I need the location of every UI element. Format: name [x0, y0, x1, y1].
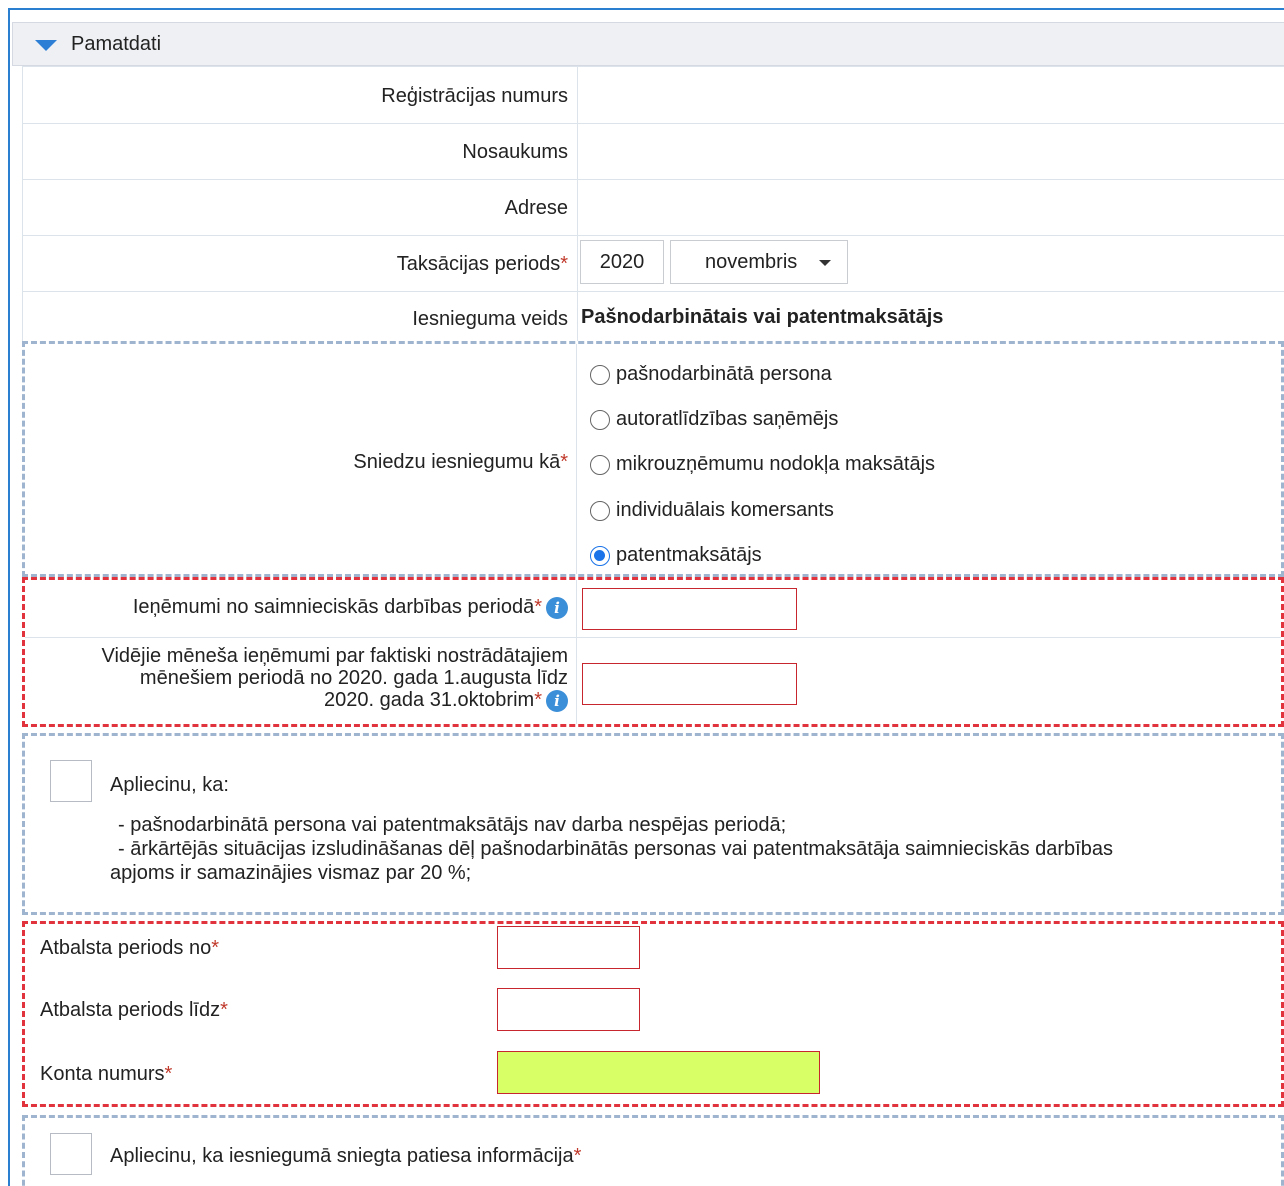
radio-option-microenterprise[interactable]: mikrouzņēmumu nodokļa maksātājs: [590, 453, 935, 476]
column-divider: [576, 580, 577, 724]
application-type-label: Iesnieguma veids: [412, 308, 568, 330]
period-month-value: novembris: [705, 251, 798, 273]
avg-income-label-line: 2020. gada 31.oktobrim* i: [101, 689, 568, 712]
avg-income-label-line: mēnešiem periodā no 2020. gada 1.augusta…: [139, 667, 568, 689]
radio-button-checked[interactable]: [590, 545, 610, 566]
period-income-input[interactable]: [582, 588, 797, 630]
name-label: Nosaukums: [462, 141, 568, 163]
confirm-conditions-title: Apliecinu, ka:: [110, 774, 229, 796]
required-mark: *: [164, 1063, 173, 1085]
taxation-period-label: Taksācijas periods*: [397, 253, 568, 276]
confirm-conditions-checkbox[interactable]: [50, 760, 92, 802]
period-income-label-text: Ieņēmumi no saimnieciskās darbības perio…: [132, 596, 535, 618]
radio-button[interactable]: [590, 500, 610, 521]
column-divider: [577, 236, 578, 291]
radio-button[interactable]: [590, 454, 610, 475]
confirm-conditions-text: - pašnodarbinātā persona vai patentmaksā…: [110, 813, 1280, 885]
submit-as-label: Sniedzu iesniegumu kā*: [353, 451, 568, 474]
column-divider: [577, 292, 578, 341]
support-to-label: Atbalsta periods līdz*: [40, 999, 228, 1022]
collapse-triangle-icon[interactable]: [35, 40, 57, 51]
period-income-label: Ieņēmumi no saimnieciskās darbības perio…: [133, 596, 568, 619]
required-mark: *: [534, 689, 542, 711]
confirm-condition-line: apjoms ir samazinājies vismaz par 20 %;: [110, 862, 472, 884]
support-from-input[interactable]: [497, 926, 640, 969]
avg-income-label: Vidējie mēneša ieņēmumi par faktiski nos…: [101, 645, 568, 712]
support-from-label-text: Atbalsta periods no: [40, 937, 212, 959]
avg-income-label-line: Vidējie mēneša ieņēmumi par faktiski nos…: [101, 645, 568, 667]
row-registration-number: Reģistrācijas numurs: [22, 66, 1284, 123]
period-year-field[interactable]: 2020: [580, 240, 664, 284]
account-number-input[interactable]: [497, 1051, 820, 1094]
radio-button[interactable]: [590, 364, 610, 385]
info-icon[interactable]: i: [546, 689, 568, 712]
support-to-label-text: Atbalsta periods līdz: [40, 999, 221, 1021]
required-mark: *: [534, 596, 542, 618]
submit-as-label-text: Sniedzu iesniegumu kā: [353, 451, 561, 473]
radio-option-label: individuālais komersants: [616, 499, 834, 521]
chevron-down-icon: [819, 260, 831, 266]
account-number-label-text: Konta numurs: [40, 1063, 165, 1085]
support-to-input[interactable]: [497, 988, 640, 1031]
avg-income-label-text: 2020. gada 31.oktobrim: [324, 689, 535, 711]
required-mark: *: [573, 1145, 582, 1167]
radio-option-self-employed[interactable]: pašnodarbinātā persona: [590, 363, 832, 386]
radio-option-patent-payer[interactable]: patentmaksātājs: [590, 544, 762, 567]
required-mark: *: [211, 937, 220, 959]
required-mark: *: [560, 253, 568, 275]
support-from-label: Atbalsta periods no*: [40, 937, 219, 960]
column-divider: [576, 344, 577, 574]
required-mark: *: [220, 999, 228, 1021]
radio-option-label: patentmaksātājs: [616, 544, 762, 566]
confirm-condition-line: - ārkārtējās situācijas izsludināšanas d…: [118, 838, 1113, 860]
row-name: Nosaukums: [22, 123, 1284, 179]
radio-option-label: autoratlīdzības saņēmējs: [616, 408, 839, 430]
address-label: Adrese: [504, 197, 568, 219]
row-divider: [25, 637, 1281, 638]
taxation-period-label-text: Taksācijas periods: [396, 253, 561, 275]
period-month-select[interactable]: novembris: [670, 240, 848, 284]
confirm-truthful-info-label: Apliecinu, ka iesniegumā sniegta patiesa…: [110, 1145, 581, 1168]
info-icon[interactable]: i: [546, 596, 568, 619]
confirm-condition-line: - pašnodarbinātā persona vai patentmaksā…: [118, 814, 787, 836]
radio-button[interactable]: [590, 409, 610, 430]
avg-income-input[interactable]: [582, 663, 797, 705]
application-type-value: Pašnodarbinātais vai patentmaksātājs: [581, 306, 944, 328]
required-mark: *: [560, 451, 568, 473]
section-title: Pamatdati: [71, 33, 162, 55]
section-header-pamatdati[interactable]: Pamatdati: [12, 22, 1284, 66]
confirm-truthful-info-checkbox[interactable]: [50, 1133, 92, 1175]
account-number-label: Konta numurs*: [40, 1063, 172, 1086]
row-address: Adrese: [22, 179, 1284, 235]
radio-option-label: mikrouzņēmumu nodokļa maksātājs: [616, 453, 936, 475]
radio-option-label: pašnodarbinātā persona: [616, 363, 832, 385]
column-divider: [577, 67, 578, 123]
confirm-truthful-info-text: Apliecinu, ka iesniegumā sniegta patiesa…: [110, 1145, 574, 1167]
radio-option-individual-merchant[interactable]: individuālais komersants: [590, 499, 834, 522]
column-divider: [577, 180, 578, 235]
registration-number-label: Reģistrācijas numurs: [381, 85, 568, 107]
column-divider: [577, 124, 578, 179]
radio-option-royalty[interactable]: autoratlīdzības saņēmējs: [590, 408, 838, 431]
